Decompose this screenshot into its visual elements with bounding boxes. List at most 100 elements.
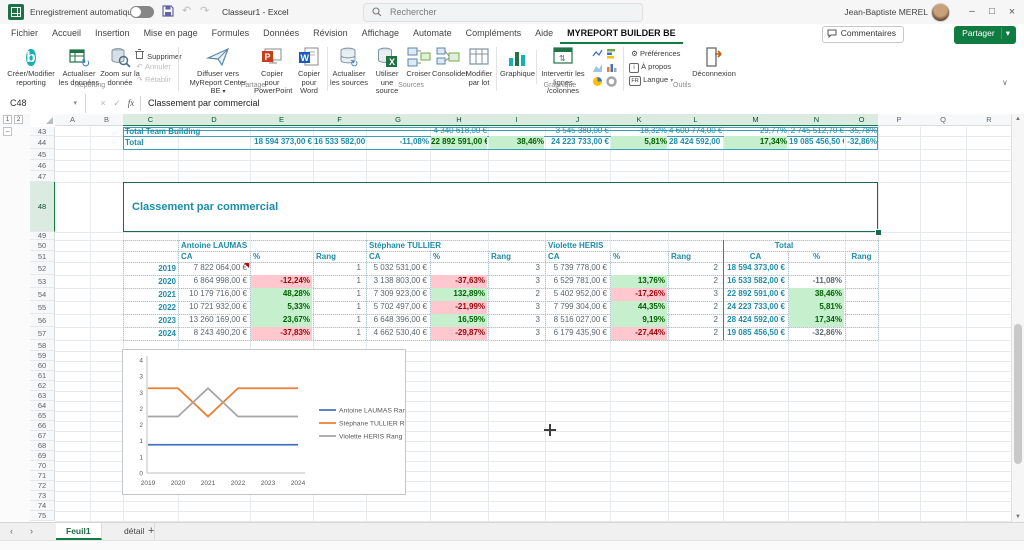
cell-D57[interactable]: 8 243 490,20 € [179,327,249,340]
row-header-47[interactable]: 47 [30,171,55,182]
cell-M52[interactable]: 18 594 373,00 € [724,262,787,275]
redo-icon[interactable]: ↷ [200,4,209,17]
row-header-70[interactable]: 70 [30,461,55,471]
cell-K44[interactable]: 5,81% [611,136,667,149]
column-header-D[interactable]: D [178,114,251,126]
cell-D55[interactable]: 10 721 932,00 € [179,301,249,314]
column-header-J[interactable]: J [545,114,611,126]
cell-L55[interactable]: 2 [669,301,722,314]
cell-M56[interactable]: 28 424 592,00 € [724,314,787,327]
cell-I56[interactable]: 3 [489,314,544,327]
menu-tab-accueil[interactable]: Accueil [45,24,88,44]
minichart-line-icon[interactable] [592,48,603,59]
search-input[interactable]: Rechercher [363,3,643,22]
undo-icon[interactable]: ↶ [182,4,191,17]
cell-E53[interactable]: -12,24% [251,275,312,288]
ribbon-button-graphique[interactable]: Graphique [500,46,534,79]
row-header-44[interactable]: 44 [30,136,55,149]
tab-scroll-left-icon[interactable]: ‹ [10,526,13,536]
ribbon-button-preferences[interactable]: ⚙Préférences [629,49,680,58]
close-button[interactable]: × [1004,4,1020,20]
maximize-button[interactable]: □ [984,4,1000,20]
ribbon-button-annuler[interactable]: ↶Annuler [134,62,171,71]
menu-tab-fichier[interactable]: Fichier [4,24,45,44]
cell-E56[interactable]: 23,67% [251,314,312,327]
row-header-63[interactable]: 63 [30,391,55,401]
cell-G52[interactable]: 5 032 531,00 € [367,262,429,275]
cell-M44[interactable]: 17,34% [724,136,787,149]
share-button[interactable]: Partager▾ [954,26,1016,44]
column-header-B[interactable]: B [90,114,124,126]
insert-function-icon[interactable]: fx [124,94,138,113]
row-header-52[interactable]: 52 [30,262,55,275]
column-header-F[interactable]: F [313,114,367,126]
cell-H43[interactable]: 4 340 618,00 € [431,127,487,136]
cell-E55[interactable]: 5,33% [251,301,312,314]
cell-J54[interactable]: 5 402 952,00 € [546,288,609,301]
cell-F57[interactable]: 1 [314,327,365,340]
sheet-tab-feuil1[interactable]: Feuil1 [56,523,102,540]
collapse-ribbon-icon[interactable]: ∨ [1002,78,1008,87]
cell-K53[interactable]: 13,76% [611,275,667,288]
row-header-43[interactable]: 43 [30,127,55,136]
cell-F56[interactable]: 1 [314,314,365,327]
ribbon-button-modifier-lot[interactable]: Modifier par lot [464,46,494,87]
cell-E57[interactable]: -37,83% [251,327,312,340]
cell-D56[interactable]: 13 260 169,00 € [179,314,249,327]
confirm-formula-icon[interactable]: ✓ [110,94,124,113]
cell-H57[interactable]: -29,87% [431,327,487,340]
save-icon[interactable] [162,5,174,17]
ribbon-button-actualiser-sources[interactable]: ↻ Actualiser les sources [330,46,368,87]
menu-tab-r-vision[interactable]: Révision [306,24,355,44]
column-header-C[interactable]: C [123,114,179,126]
cell-F44[interactable]: 16 533 582,00 € [314,136,365,149]
cell-L43[interactable]: 4 600 774,00 € [669,127,722,136]
column-header-R[interactable]: R [966,114,1012,126]
ribbon-button-consolider[interactable]: Consolider [432,46,464,79]
fill-handle[interactable] [875,229,882,236]
outline-level-2[interactable]: 2 [14,115,23,124]
menu-tab-donn-es[interactable]: Données [256,24,306,44]
outline-level-1[interactable]: 1 [3,115,12,124]
row-header-73[interactable]: 73 [30,491,55,501]
cell-G44[interactable]: -11,08% [367,136,429,149]
cell-J53[interactable]: 6 529 781,00 € [546,275,609,288]
cell-F53[interactable]: 1 [314,275,365,288]
scroll-down-icon[interactable]: ▼ [1012,514,1024,520]
row-header-65[interactable]: 65 [30,411,55,421]
cell-I44[interactable]: 38,46% [489,136,544,149]
cell-N55[interactable]: 5,81% [789,301,844,314]
cell-L54[interactable]: 3 [669,288,722,301]
row-header-75[interactable]: 75 [30,511,55,521]
cell-G55[interactable]: 5 702 497,00 € [367,301,429,314]
minichart-area-icon[interactable] [592,62,603,73]
cell-O44[interactable]: -32,86% [846,136,877,149]
cell-M55[interactable]: 24 223 733,00 € [724,301,787,314]
row-header-61[interactable]: 61 [30,371,55,381]
cell-J52[interactable]: 5 739 778,00 € [546,262,609,275]
cell-J44[interactable]: 24 223 733,00 € [546,136,609,149]
menu-tab-insertion[interactable]: Insertion [88,24,137,44]
cell-M54[interactable]: 22 892 591,00 € [724,288,787,301]
row-header-55[interactable]: 55 [30,301,55,314]
row-header-54[interactable]: 54 [30,288,55,301]
minichart-hbar-icon[interactable] [606,48,617,59]
cell-L57[interactable]: 2 [669,327,722,340]
cell-J57[interactable]: 6 179 435,90 € [546,327,609,340]
cell-L52[interactable]: 2 [669,262,722,275]
name-box[interactable]: C48 ▾ [0,94,86,113]
cell-J43[interactable]: 3 545 380,00 € [546,127,609,136]
row-header-66[interactable]: 66 [30,421,55,431]
row-header-58[interactable]: 58 [30,340,55,351]
ribbon-button-refresh-data[interactable]: ↻ Actualiser les données [58,46,100,87]
autosave-toggle[interactable] [130,6,154,18]
row-header-72[interactable]: 72 [30,481,55,491]
column-header-O[interactable]: O [845,114,879,126]
row-header-57[interactable]: 57 [30,327,55,340]
cell-E44[interactable]: 18 594 373,00 € [251,136,312,149]
cell-H44[interactable]: 22 892 591,00 € [431,136,487,149]
cell-K55[interactable]: 44,35% [611,301,667,314]
cell-J56[interactable]: 8 516 027,00 € [546,314,609,327]
cell-G54[interactable]: 7 309 923,00 € [367,288,429,301]
cell-K56[interactable]: 9,19% [611,314,667,327]
